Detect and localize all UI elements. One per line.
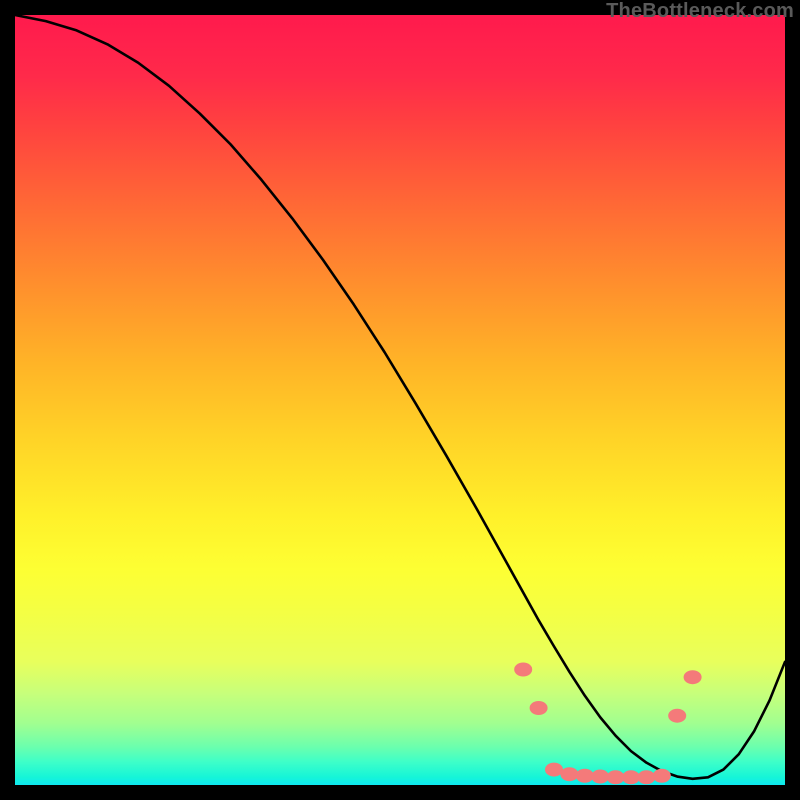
curve-layer [15,15,785,785]
marker-point [653,769,671,783]
marker-point [576,769,594,783]
marker-point [668,709,686,723]
marker-point [545,763,563,777]
chart-stage: TheBottleneck.com [0,0,800,800]
bottleneck-curve [15,15,785,779]
marker-point [607,770,625,784]
marker-point [560,767,578,781]
marker-point [591,770,609,784]
marker-point [622,770,640,784]
watermark-text: TheBottleneck.com [606,0,794,23]
marker-point [637,770,655,784]
marker-point [684,670,702,684]
marker-point [514,663,532,677]
plot-area [15,15,785,785]
marker-point [530,701,548,715]
marker-group [514,663,701,785]
